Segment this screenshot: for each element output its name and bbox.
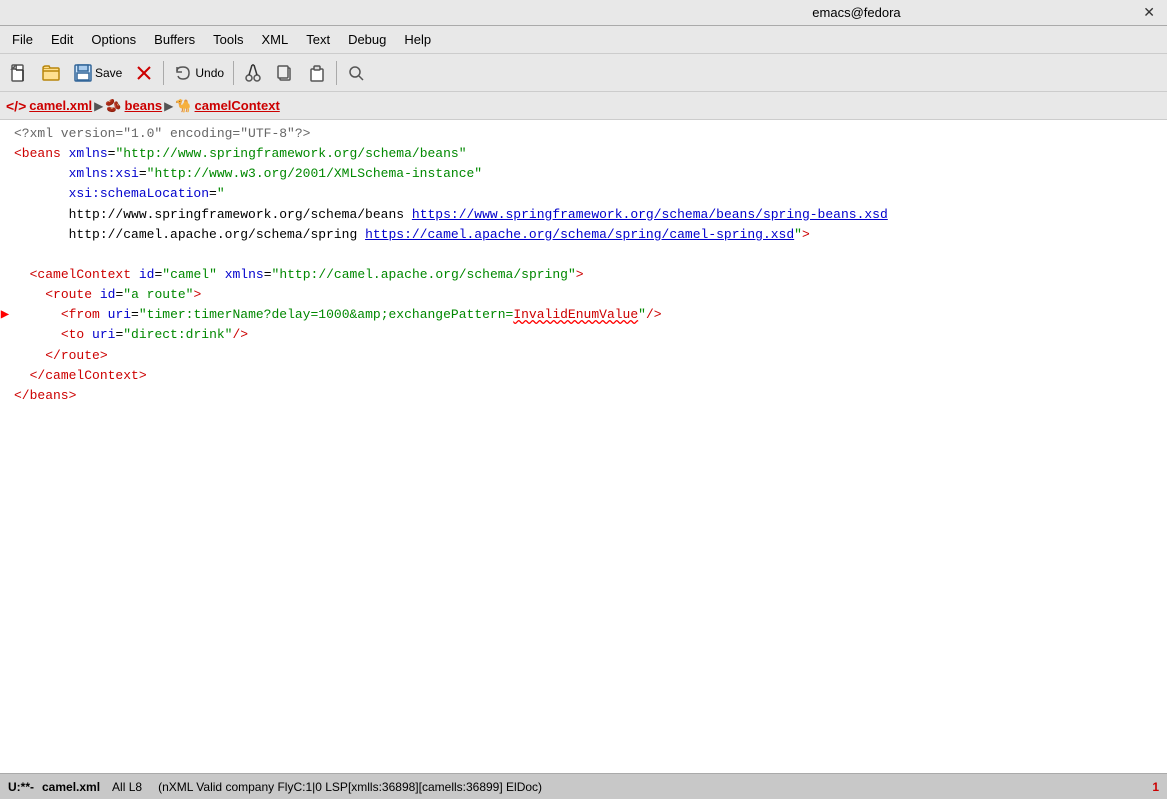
menu-text[interactable]: Text: [298, 30, 338, 49]
breadcrumb-beans[interactable]: 🫘 beans: [105, 98, 162, 114]
paste-icon: [307, 63, 327, 83]
camel-spring-xsd-link[interactable]: https://camel.apache.org/schema/spring/c…: [365, 227, 794, 242]
camel-icon: 🐪: [175, 98, 191, 114]
menu-buffers[interactable]: Buffers: [146, 30, 203, 49]
status-error-count: 1: [1152, 780, 1159, 794]
save-file-button[interactable]: Save: [68, 58, 127, 88]
menu-edit[interactable]: Edit: [43, 30, 81, 49]
breadcrumb-arrow-1: ▶: [94, 99, 103, 113]
menu-debug[interactable]: Debug: [340, 30, 394, 49]
close-icon: [134, 63, 154, 83]
save-icon: [73, 63, 93, 83]
breadcrumb-xml-file[interactable]: </> camel.xml: [6, 98, 92, 114]
search-icon: [346, 63, 366, 83]
search-button[interactable]: [341, 58, 371, 88]
open-file-button[interactable]: [36, 58, 66, 88]
menu-options[interactable]: Options: [83, 30, 144, 49]
status-info: (nXML Valid company FlyC:1|0 LSP[xmlls:3…: [158, 780, 1148, 794]
breadcrumb-arrow-2: ▶: [164, 99, 173, 113]
breadcrumb-camelcontext[interactable]: 🐪 camelContext: [175, 98, 279, 114]
undo-label: Undo: [195, 66, 224, 80]
status-mode: U:**-: [8, 780, 34, 794]
beans-icon: 🫘: [105, 98, 121, 114]
open-file-icon: [41, 63, 61, 83]
code-content[interactable]: <?xml version="1.0" encoding="UTF-8"?> <…: [0, 120, 1167, 773]
menu-bar: File Edit Options Buffers Tools XML Text…: [0, 26, 1167, 54]
new-file-button[interactable]: [4, 58, 34, 88]
undo-button[interactable]: Undo: [168, 58, 229, 88]
breadcrumb-filename[interactable]: camel.xml: [29, 98, 92, 113]
copy-icon: [275, 63, 295, 83]
cut-button[interactable]: [238, 58, 268, 88]
toolbar: Save Undo: [0, 54, 1167, 92]
menu-help[interactable]: Help: [396, 30, 439, 49]
menu-file[interactable]: File: [4, 30, 41, 49]
status-bar: U:**- camel.xml All L8 (nXML Valid compa…: [0, 773, 1167, 799]
toolbar-separator-2: [233, 61, 234, 85]
error-line-indicator: ▶: [0, 306, 10, 322]
save-label: Save: [95, 66, 122, 80]
status-position: All L8: [112, 780, 142, 794]
cut-icon: [243, 63, 263, 83]
undo-icon: [173, 63, 193, 83]
paste-button[interactable]: [302, 58, 332, 88]
toolbar-separator-1: [163, 61, 164, 85]
breadcrumb-bar: </> camel.xml ▶ 🫘 beans ▶ 🐪 camelContext: [0, 92, 1167, 120]
window-title: emacs@fedora: [574, 5, 1140, 20]
title-bar: emacs@fedora ✕: [0, 0, 1167, 26]
toolbar-separator-3: [336, 61, 337, 85]
breadcrumb-camelcontext-label[interactable]: camelContext: [195, 98, 280, 113]
xml-file-icon: </>: [6, 98, 26, 114]
close-button[interactable]: ✕: [1139, 4, 1159, 21]
menu-tools[interactable]: Tools: [205, 30, 251, 49]
status-filename: camel.xml: [42, 780, 100, 794]
editor[interactable]: ▶ <?xml version="1.0" encoding="UTF-8"?>…: [0, 120, 1167, 773]
spring-beans-xsd-link[interactable]: https://www.springframework.org/schema/b…: [412, 207, 888, 222]
new-file-icon: [9, 63, 29, 83]
copy-button[interactable]: [270, 58, 300, 88]
breadcrumb-beans-label[interactable]: beans: [125, 98, 163, 113]
menu-xml[interactable]: XML: [253, 30, 296, 49]
close-file-button[interactable]: [129, 58, 159, 88]
